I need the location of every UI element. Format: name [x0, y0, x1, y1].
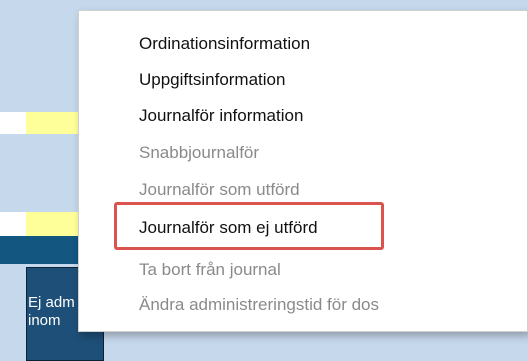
schedule-cell-pending[interactable] — [26, 212, 78, 236]
tile-label: Ej adm — [28, 294, 75, 311]
menu-item-journalfor-som-utford: Journalför som utförd — [139, 180, 300, 199]
menu-item-snabbjournalfor: Snabbjournalför — [139, 143, 260, 162]
menu-item-uppgiftsinformation[interactable]: Uppgiftsinformation — [139, 70, 285, 90]
menu-item-ta-bort-fran-journal: Ta bort från journal — [139, 260, 281, 279]
context-menu: Ordinationsinformation Uppgiftsinformati… — [78, 10, 528, 332]
menu-item-ordinationsinformation[interactable]: Ordinationsinformation — [139, 34, 310, 54]
highlight-annotation — [114, 202, 384, 250]
menu-item-andra-administreringstid: Ändra administreringstid för dos — [139, 295, 380, 314]
tile-label: inom — [28, 312, 61, 329]
schedule-cell-pending[interactable] — [26, 112, 78, 134]
menu-item-journalfor-information[interactable]: Journalför information — [139, 106, 303, 126]
